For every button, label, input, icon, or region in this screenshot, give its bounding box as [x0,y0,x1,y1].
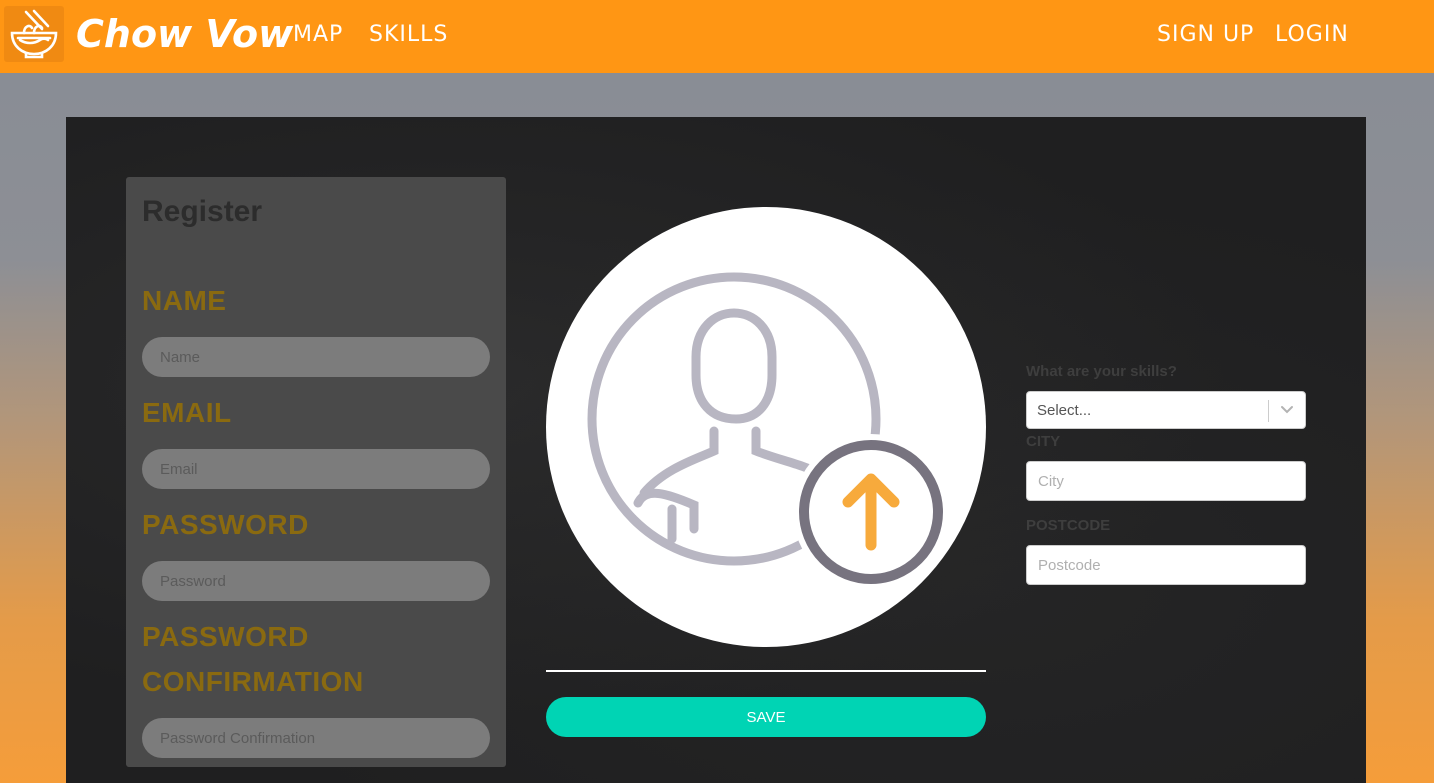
select-separator [1268,400,1269,422]
register-form-card: Register NAME EMAIL PASSWORD PASSWORD CO… [126,177,506,767]
skills-label: What are your skills? [1026,363,1177,380]
name-label: NAME [142,285,227,316]
email-input[interactable] [142,449,490,489]
brand-name[interactable]: Chow Vow [76,12,293,56]
skills-select-value: Select... [1037,402,1092,419]
postcode-input[interactable] [1026,545,1306,585]
noodle-bowl-logo-icon[interactable] [4,6,64,62]
avatar-upload-button[interactable] [546,207,986,647]
nav-link-sign-up[interactable]: SIGN UP [1157,22,1254,47]
nav-link-login[interactable]: LOGIN [1275,22,1349,47]
password-confirmation-input[interactable] [142,718,490,758]
city-input[interactable] [1026,461,1306,501]
password-confirmation-label: PASSWORD CONFIRMATION [142,621,364,697]
user-upload-icon [587,272,949,590]
skills-select[interactable]: Select... [1026,391,1306,429]
top-navbar: Chow Vow MAP SKILLS SIGN UP LOGIN [0,0,1434,73]
register-panel: Register NAME EMAIL PASSWORD PASSWORD CO… [66,117,1366,783]
password-input[interactable] [142,561,490,601]
password-label: PASSWORD [142,509,309,540]
save-button[interactable]: SAVE [546,697,986,737]
city-label: CITY [1026,433,1061,450]
register-title: Register [142,195,263,228]
divider [546,670,986,672]
chevron-down-icon[interactable] [1279,401,1295,417]
email-label: EMAIL [142,397,232,428]
nav-link-map[interactable]: MAP [293,22,343,47]
name-input[interactable] [142,337,490,377]
postcode-label: POSTCODE [1026,517,1111,534]
nav-link-skills[interactable]: SKILLS [369,22,448,47]
